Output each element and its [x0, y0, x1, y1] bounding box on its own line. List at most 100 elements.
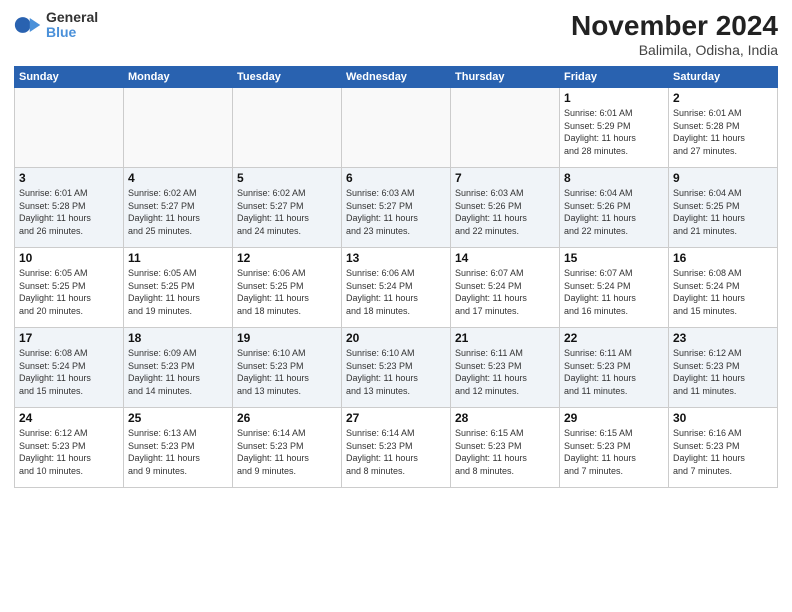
- calendar-cell: 22 Sunrise: 6:11 AM Sunset: 5:23 PM Dayli…: [560, 328, 669, 408]
- day-number: 4: [128, 171, 228, 185]
- day-number: 24: [19, 411, 119, 425]
- day-info: Sunrise: 6:12 AM Sunset: 5:23 PM Dayligh…: [673, 347, 773, 397]
- day-info: Sunrise: 6:15 AM Sunset: 5:23 PM Dayligh…: [455, 427, 555, 477]
- calendar-table: SundayMondayTuesdayWednesdayThursdayFrid…: [14, 66, 778, 488]
- day-number: 8: [564, 171, 664, 185]
- title-block: November 2024 Balimila, Odisha, India: [571, 10, 778, 58]
- day-info: Sunrise: 6:12 AM Sunset: 5:23 PM Dayligh…: [19, 427, 119, 477]
- logo-line1: General: [46, 10, 98, 25]
- day-info: Sunrise: 6:08 AM Sunset: 5:24 PM Dayligh…: [19, 347, 119, 397]
- calendar-cell: 16 Sunrise: 6:08 AM Sunset: 5:24 PM Dayli…: [669, 248, 778, 328]
- weekday-header-row: SundayMondayTuesdayWednesdayThursdayFrid…: [15, 67, 778, 88]
- day-number: 2: [673, 91, 773, 105]
- day-number: 29: [564, 411, 664, 425]
- day-info: Sunrise: 6:16 AM Sunset: 5:23 PM Dayligh…: [673, 427, 773, 477]
- day-info: Sunrise: 6:05 AM Sunset: 5:25 PM Dayligh…: [19, 267, 119, 317]
- day-info: Sunrise: 6:01 AM Sunset: 5:29 PM Dayligh…: [564, 107, 664, 157]
- calendar-cell: [451, 88, 560, 168]
- day-number: 6: [346, 171, 446, 185]
- day-info: Sunrise: 6:11 AM Sunset: 5:23 PM Dayligh…: [564, 347, 664, 397]
- calendar-cell: 27 Sunrise: 6:14 AM Sunset: 5:23 PM Dayli…: [342, 408, 451, 488]
- calendar-week-row: 1 Sunrise: 6:01 AM Sunset: 5:29 PM Daylig…: [15, 88, 778, 168]
- day-info: Sunrise: 6:07 AM Sunset: 5:24 PM Dayligh…: [564, 267, 664, 317]
- calendar-cell: 15 Sunrise: 6:07 AM Sunset: 5:24 PM Dayli…: [560, 248, 669, 328]
- day-number: 21: [455, 331, 555, 345]
- day-number: 18: [128, 331, 228, 345]
- calendar-cell: [233, 88, 342, 168]
- day-number: 10: [19, 251, 119, 265]
- day-number: 3: [19, 171, 119, 185]
- weekday-header: Saturday: [669, 67, 778, 88]
- calendar-cell: 20 Sunrise: 6:10 AM Sunset: 5:23 PM Dayli…: [342, 328, 451, 408]
- weekday-header: Monday: [124, 67, 233, 88]
- calendar-cell: 3 Sunrise: 6:01 AM Sunset: 5:28 PM Daylig…: [15, 168, 124, 248]
- calendar-cell: 2 Sunrise: 6:01 AM Sunset: 5:28 PM Daylig…: [669, 88, 778, 168]
- calendar-cell: 26Sunrise: 6:14 AM Sunset: 5:23 PM Dayli…: [233, 408, 342, 488]
- day-number: 27: [346, 411, 446, 425]
- day-info: Sunrise: 6:09 AM Sunset: 5:23 PM Dayligh…: [128, 347, 228, 397]
- calendar-cell: 23 Sunrise: 6:12 AM Sunset: 5:23 PM Dayli…: [669, 328, 778, 408]
- day-number: 9: [673, 171, 773, 185]
- calendar-cell: 17Sunrise: 6:08 AM Sunset: 5:24 PM Dayli…: [15, 328, 124, 408]
- day-info: Sunrise: 6:04 AM Sunset: 5:25 PM Dayligh…: [673, 187, 773, 237]
- day-number: 12: [237, 251, 337, 265]
- calendar-cell: 8 Sunrise: 6:04 AM Sunset: 5:26 PM Daylig…: [560, 168, 669, 248]
- calendar-cell: [342, 88, 451, 168]
- calendar-cell: 25 Sunrise: 6:13 AM Sunset: 5:23 PM Dayli…: [124, 408, 233, 488]
- header: General Blue November 2024 Balimila, Odi…: [14, 10, 778, 58]
- day-number: 19: [237, 331, 337, 345]
- day-number: 11: [128, 251, 228, 265]
- calendar-cell: 21 Sunrise: 6:11 AM Sunset: 5:23 PM Dayli…: [451, 328, 560, 408]
- day-info: Sunrise: 6:14 AM Sunset: 5:23 PM Dayligh…: [346, 427, 446, 477]
- day-number: 30: [673, 411, 773, 425]
- day-number: 26: [237, 411, 337, 425]
- day-info: Sunrise: 6:05 AM Sunset: 5:25 PM Dayligh…: [128, 267, 228, 317]
- calendar-cell: [15, 88, 124, 168]
- calendar-cell: 11 Sunrise: 6:05 AM Sunset: 5:25 PM Dayli…: [124, 248, 233, 328]
- logo: General Blue: [14, 10, 98, 41]
- day-info: Sunrise: 6:04 AM Sunset: 5:26 PM Dayligh…: [564, 187, 664, 237]
- logo-text: General Blue: [46, 10, 98, 41]
- calendar-cell: [124, 88, 233, 168]
- calendar-cell: 5 Sunrise: 6:02 AM Sunset: 5:27 PM Daylig…: [233, 168, 342, 248]
- day-info: Sunrise: 6:15 AM Sunset: 5:23 PM Dayligh…: [564, 427, 664, 477]
- day-info: Sunrise: 6:02 AM Sunset: 5:27 PM Dayligh…: [237, 187, 337, 237]
- calendar-week-row: 17Sunrise: 6:08 AM Sunset: 5:24 PM Dayli…: [15, 328, 778, 408]
- day-number: 22: [564, 331, 664, 345]
- location: Balimila, Odisha, India: [571, 42, 778, 58]
- day-number: 14: [455, 251, 555, 265]
- day-info: Sunrise: 6:01 AM Sunset: 5:28 PM Dayligh…: [19, 187, 119, 237]
- day-number: 20: [346, 331, 446, 345]
- day-number: 13: [346, 251, 446, 265]
- calendar-cell: 29 Sunrise: 6:15 AM Sunset: 5:23 PM Dayli…: [560, 408, 669, 488]
- weekday-header: Wednesday: [342, 67, 451, 88]
- calendar-cell: 28Sunrise: 6:15 AM Sunset: 5:23 PM Dayli…: [451, 408, 560, 488]
- month-title: November 2024: [571, 10, 778, 42]
- calendar-cell: 4Sunrise: 6:02 AM Sunset: 5:27 PM Daylig…: [124, 168, 233, 248]
- calendar-week-row: 3 Sunrise: 6:01 AM Sunset: 5:28 PM Daylig…: [15, 168, 778, 248]
- calendar-cell: 14Sunrise: 6:07 AM Sunset: 5:24 PM Dayli…: [451, 248, 560, 328]
- day-number: 5: [237, 171, 337, 185]
- day-info: Sunrise: 6:10 AM Sunset: 5:23 PM Dayligh…: [346, 347, 446, 397]
- weekday-header: Thursday: [451, 67, 560, 88]
- day-number: 25: [128, 411, 228, 425]
- calendar-cell: 10 Sunrise: 6:05 AM Sunset: 5:25 PM Dayli…: [15, 248, 124, 328]
- calendar-cell: 30 Sunrise: 6:16 AM Sunset: 5:23 PM Dayli…: [669, 408, 778, 488]
- day-number: 1: [564, 91, 664, 105]
- day-info: Sunrise: 6:11 AM Sunset: 5:23 PM Dayligh…: [455, 347, 555, 397]
- calendar-cell: 7Sunrise: 6:03 AM Sunset: 5:26 PM Daylig…: [451, 168, 560, 248]
- day-info: Sunrise: 6:10 AM Sunset: 5:23 PM Dayligh…: [237, 347, 337, 397]
- day-info: Sunrise: 6:06 AM Sunset: 5:24 PM Dayligh…: [346, 267, 446, 317]
- page: General Blue November 2024 Balimila, Odi…: [0, 0, 792, 612]
- weekday-header: Sunday: [15, 67, 124, 88]
- day-number: 15: [564, 251, 664, 265]
- day-info: Sunrise: 6:01 AM Sunset: 5:28 PM Dayligh…: [673, 107, 773, 157]
- day-number: 7: [455, 171, 555, 185]
- day-number: 23: [673, 331, 773, 345]
- weekday-header: Friday: [560, 67, 669, 88]
- day-number: 16: [673, 251, 773, 265]
- day-info: Sunrise: 6:08 AM Sunset: 5:24 PM Dayligh…: [673, 267, 773, 317]
- calendar-cell: 24 Sunrise: 6:12 AM Sunset: 5:23 PM Dayli…: [15, 408, 124, 488]
- day-info: Sunrise: 6:03 AM Sunset: 5:27 PM Dayligh…: [346, 187, 446, 237]
- day-info: Sunrise: 6:13 AM Sunset: 5:23 PM Dayligh…: [128, 427, 228, 477]
